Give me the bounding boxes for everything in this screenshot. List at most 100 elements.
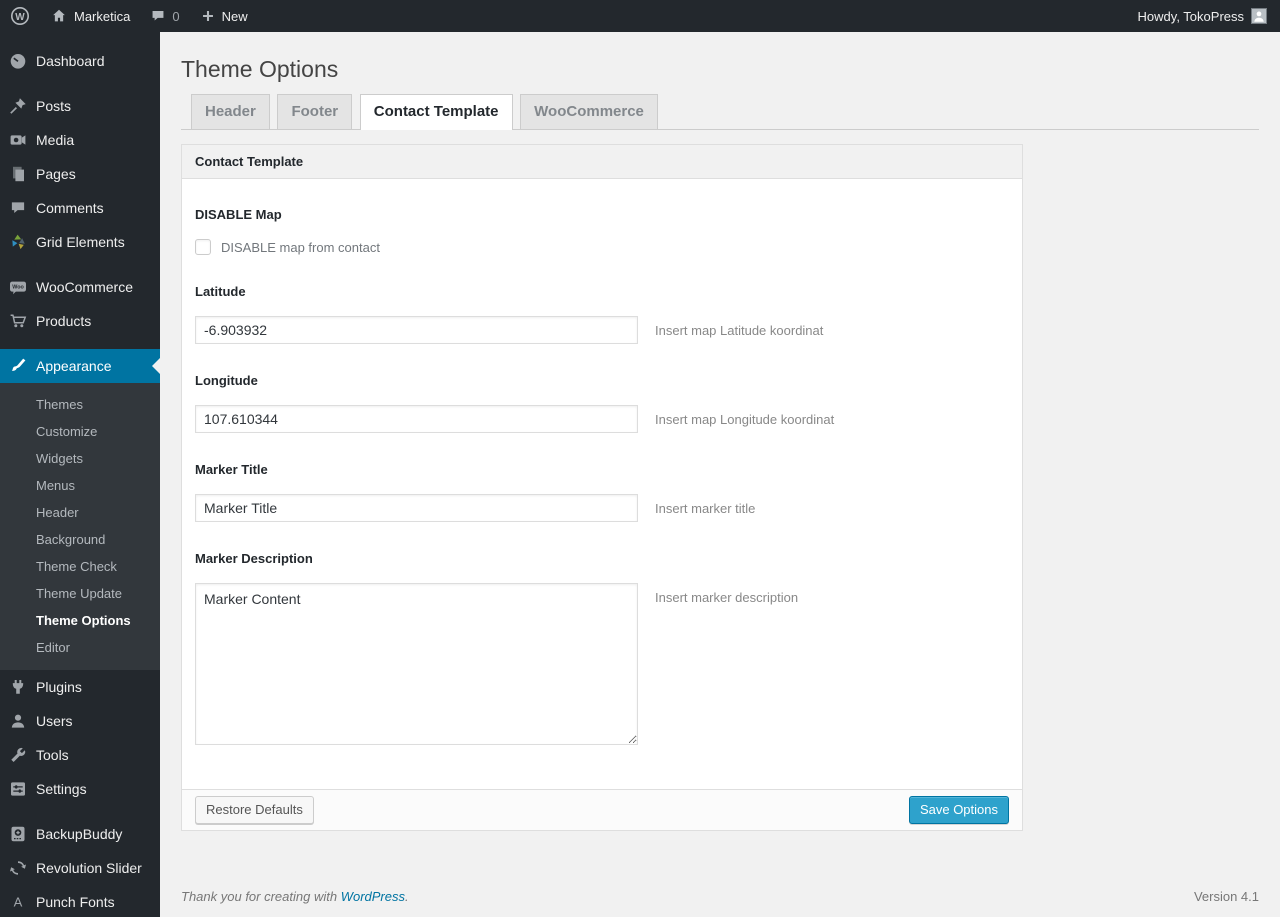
checkbox-label[interactable]: DISABLE map from contact xyxy=(221,240,380,255)
media-icon xyxy=(8,130,28,150)
submenu-item-theme-check[interactable]: Theme Check xyxy=(0,553,160,580)
howdy-account-menu[interactable]: Howdy, TokoPress xyxy=(1138,9,1244,24)
sidebar-item-label: Dashboard xyxy=(36,53,105,69)
contact-template-panel: Contact Template DISABLE Map DISABLE map… xyxy=(181,144,1023,790)
submenu-item-header[interactable]: Header xyxy=(0,499,160,526)
svg-text:A: A xyxy=(14,895,23,910)
submenu-item-theme-update[interactable]: Theme Update xyxy=(0,580,160,607)
sidebar-item-settings[interactable]: Settings xyxy=(0,772,160,806)
sidebar-item-label: Appearance xyxy=(36,358,112,374)
submenu-item-themes[interactable]: Themes xyxy=(0,391,160,418)
field-label: Longitude xyxy=(195,373,258,388)
menu-separator xyxy=(0,259,160,270)
save-options-button[interactable]: Save Options xyxy=(908,796,1009,824)
sidebar-item-label: Comments xyxy=(36,200,104,216)
comments-icon xyxy=(8,198,28,218)
version-text: Version 4.1 xyxy=(1193,889,1259,904)
backup-icon xyxy=(8,824,28,844)
wrench-icon xyxy=(8,745,28,765)
woocommerce-icon: Woo xyxy=(8,277,28,297)
sidebar-item-posts[interactable]: Posts xyxy=(0,89,160,123)
sidebar-item-label: Posts xyxy=(36,98,72,114)
dashboard-icon xyxy=(8,51,28,71)
submenu-item-menus[interactable]: Menus xyxy=(0,472,160,499)
new-content-menu[interactable]: New xyxy=(190,0,258,32)
tab-contact-template[interactable]: Contact Template xyxy=(359,94,513,130)
home-icon xyxy=(50,7,68,25)
svg-text:Woo: Woo xyxy=(12,285,24,291)
submenu-item-editor[interactable]: Editor xyxy=(0,634,160,661)
sidebar-item-revolution-slider[interactable]: Revolution Slider xyxy=(0,851,160,885)
admin-sidebar: Dashboard Posts Media Pages Comments Gri… xyxy=(0,32,160,917)
tab-woocommerce[interactable]: WooCommerce xyxy=(520,94,658,129)
field-disable-map: DISABLE Map DISABLE map from contact xyxy=(195,207,1009,255)
comment-bubble-icon xyxy=(150,8,166,24)
comments-menu[interactable]: 0 xyxy=(140,0,189,32)
field-label: Marker Description xyxy=(195,551,313,566)
field-marker-title: Marker Title Insert marker title xyxy=(195,462,1009,522)
admin-bar: W Marketica 0 New Howdy, TokoPress xyxy=(0,0,1280,32)
grid-elements-icon xyxy=(8,232,28,252)
sidebar-item-label: Revolution Slider xyxy=(36,860,142,876)
panel-footer-bar: Restore Defaults Save Options xyxy=(181,790,1023,831)
disable-map-checkbox[interactable] xyxy=(195,239,211,255)
sidebar-item-punch-fonts[interactable]: A Punch Fonts xyxy=(0,885,160,917)
pushpin-icon xyxy=(8,96,28,116)
sidebar-item-label: Media xyxy=(36,132,75,148)
tab-header[interactable]: Header xyxy=(191,94,270,129)
sidebar-item-users[interactable]: Users xyxy=(0,704,160,738)
longitude-input[interactable] xyxy=(195,405,638,433)
thanks-text: Thank you for creating with WordPress. xyxy=(181,889,409,904)
panel-title: Contact Template xyxy=(182,145,1022,179)
field-longitude: Longitude Insert map Longitude koordinat xyxy=(195,373,1009,433)
pages-icon xyxy=(8,164,28,184)
menu-separator xyxy=(0,78,160,89)
wordpress-link[interactable]: WordPress xyxy=(341,889,405,904)
field-hint: Insert marker description xyxy=(655,590,799,605)
sidebar-item-backupbuddy[interactable]: BackupBuddy xyxy=(0,817,160,851)
field-latitude: Latitude Insert map Latitude koordinat xyxy=(195,284,1009,344)
sidebar-item-label: Plugins xyxy=(36,679,82,695)
sidebar-item-tools[interactable]: Tools xyxy=(0,738,160,772)
sidebar-item-label: Punch Fonts xyxy=(36,894,115,910)
field-hint: Insert map Latitude koordinat xyxy=(655,323,824,338)
field-label: Latitude xyxy=(195,284,246,299)
tab-bar: Header Footer Contact Template WooCommer… xyxy=(181,94,1259,130)
menu-separator xyxy=(0,338,160,349)
menu-separator xyxy=(0,806,160,817)
sidebar-item-label: Tools xyxy=(36,747,69,763)
avatar[interactable] xyxy=(1251,8,1267,24)
sidebar-item-woocommerce[interactable]: Woo WooCommerce xyxy=(0,270,160,304)
sidebar-item-dashboard[interactable]: Dashboard xyxy=(0,44,160,78)
sidebar-item-media[interactable]: Media xyxy=(0,123,160,157)
new-label: New xyxy=(221,8,248,24)
field-label: DISABLE Map xyxy=(195,207,282,222)
sidebar-item-label: WooCommerce xyxy=(36,279,133,295)
letter-a-icon: A xyxy=(8,892,28,912)
restore-defaults-button[interactable]: Restore Defaults xyxy=(195,796,314,824)
field-label: Marker Title xyxy=(195,462,268,477)
marker-title-input[interactable] xyxy=(195,494,638,522)
sidebar-item-pages[interactable]: Pages xyxy=(0,157,160,191)
site-name-label: Marketica xyxy=(74,8,131,24)
sidebar-item-comments[interactable]: Comments xyxy=(0,191,160,225)
tab-footer[interactable]: Footer xyxy=(277,94,353,129)
marker-description-textarea[interactable]: Marker Content xyxy=(195,583,638,745)
sidebar-item-plugins[interactable]: Plugins xyxy=(0,670,160,704)
submenu-item-theme-options[interactable]: Theme Options xyxy=(0,607,160,634)
sidebar-item-products[interactable]: Products xyxy=(0,304,160,338)
wordpress-logo-menu[interactable]: W xyxy=(0,0,40,32)
submenu-item-background[interactable]: Background xyxy=(0,526,160,553)
user-icon xyxy=(8,711,28,731)
svg-text:W: W xyxy=(15,12,25,23)
page-title: Theme Options xyxy=(181,56,339,82)
brush-icon xyxy=(8,356,28,376)
sidebar-item-label: Pages xyxy=(36,166,76,182)
sidebar-item-grid-elements[interactable]: Grid Elements xyxy=(0,225,160,259)
panel-body: DISABLE Map DISABLE map from contact Lat… xyxy=(182,179,1022,789)
site-name-menu[interactable]: Marketica xyxy=(40,0,140,32)
submenu-item-customize[interactable]: Customize xyxy=(0,418,160,445)
submenu-item-widgets[interactable]: Widgets xyxy=(0,445,160,472)
latitude-input[interactable] xyxy=(195,316,638,344)
sidebar-item-appearance[interactable]: Appearance xyxy=(0,349,160,383)
